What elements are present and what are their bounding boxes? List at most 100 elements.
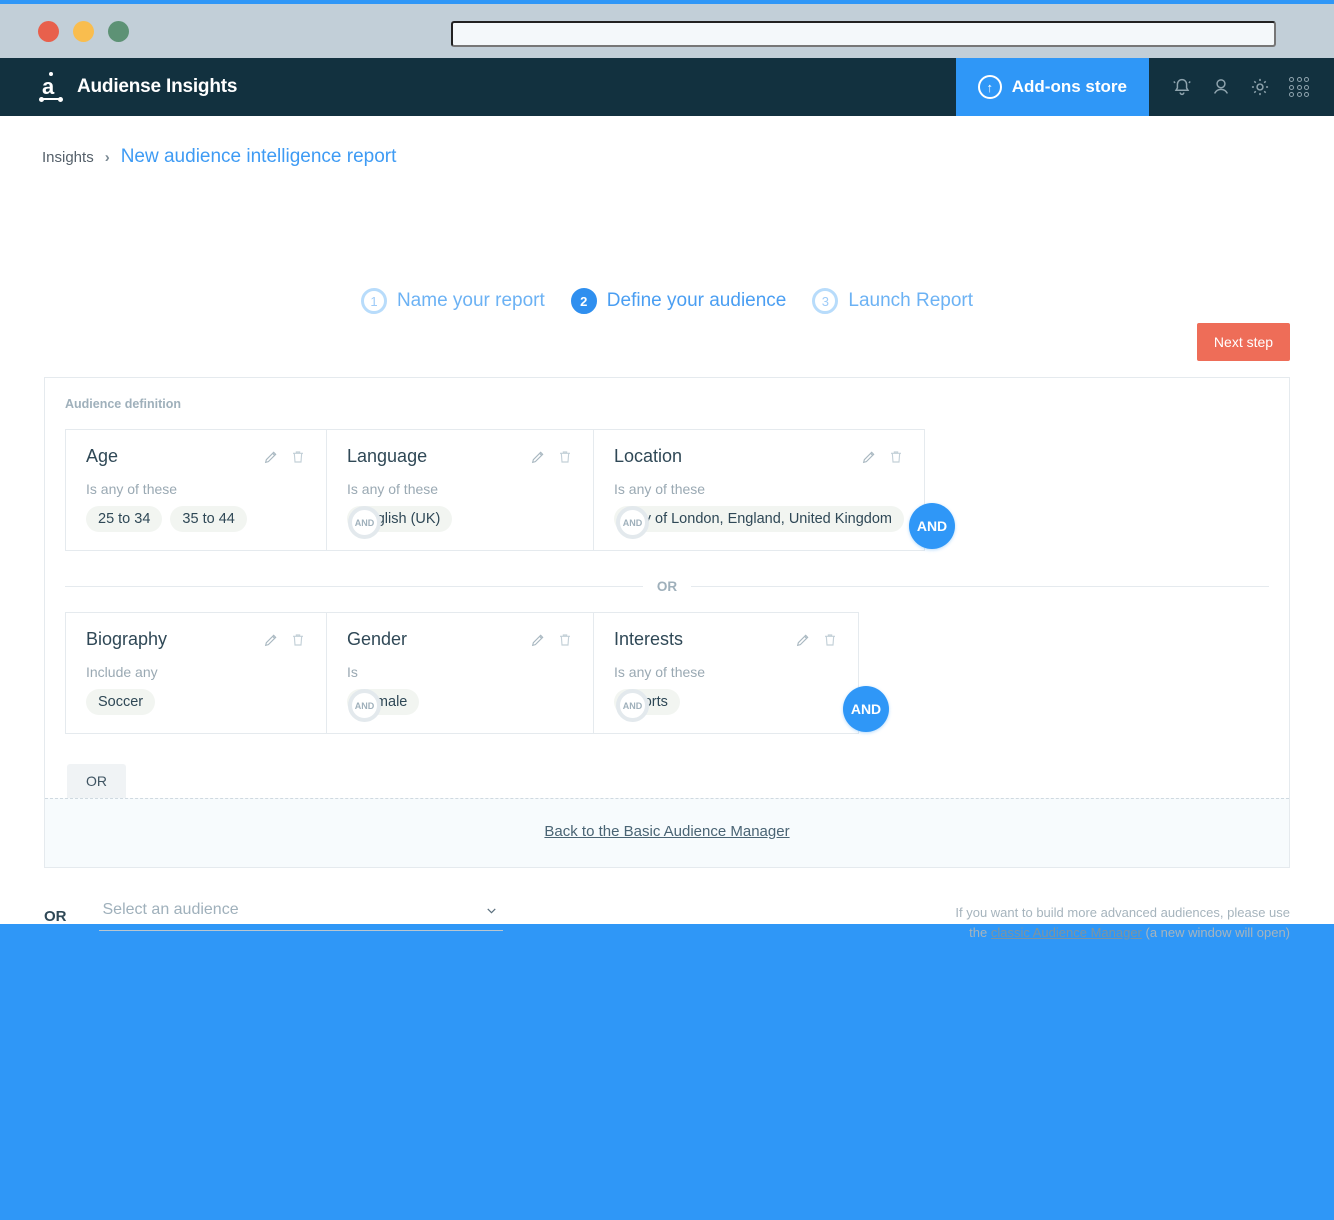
value-pill[interactable]: Soccer [86,689,156,715]
condition-card-age[interactable]: Age Is any of these 25 to 34 35 to 44 [65,429,327,551]
add-or-group-wrap: OR [45,734,1289,798]
card-actions [263,632,306,648]
trash-icon[interactable] [888,449,904,465]
audience-select-group: OR Select an audience [44,901,503,931]
card-values: 25 to 34 35 to 44 [86,506,306,532]
apps-grid-icon[interactable] [1284,72,1314,102]
and-connector: AND [348,506,381,539]
value-pill[interactable]: 25 to 34 [86,506,163,532]
gear-icon[interactable] [1245,72,1275,102]
step-3-label: Launch Report [848,290,974,311]
window-controls [38,20,129,42]
card-operator: Include any [86,664,158,680]
step-2-define-your-audience[interactable]: 2 Define your audience [570,288,786,314]
card-values: Soccer [86,689,306,715]
close-window-button[interactable] [38,20,59,42]
header-icons [1149,58,1334,116]
card-actions [263,449,306,465]
trash-icon[interactable] [290,449,306,465]
card-header: Age [86,446,306,467]
step-1-name-your-report[interactable]: 1 Name your report [360,288,545,314]
card-actions [795,632,838,648]
panel-label: Audience definition [65,397,181,411]
pencil-icon[interactable] [795,632,811,648]
value-pill[interactable]: City of London, England, United Kingdom [614,506,905,532]
card-operator: Is any of these [86,481,178,497]
condition-group-1: Age Is any of these 25 to 34 35 to 44 AN… [45,411,1289,551]
chevron-down-icon [486,908,496,914]
card-title: Age [86,446,119,466]
value-pill[interactable]: 35 to 44 [170,506,247,532]
add-and-condition-button[interactable]: AND [843,686,889,732]
pencil-icon[interactable] [263,449,279,465]
or-label: OR [44,907,67,925]
and-connector: AND [348,689,381,722]
or-divider-label: OR [656,579,678,594]
page-content: Insights › New audience intelligence rep… [0,116,1334,940]
chevron-right-icon: › [104,148,110,166]
breadcrumb: Insights › New audience intelligence rep… [42,146,396,168]
bell-icon[interactable] [1167,72,1197,102]
card-title: Biography [86,629,168,649]
condition-group-2: Biography Include any Soccer AND Gender … [45,594,1289,734]
advanced-audience-help: If you want to build more advanced audie… [950,903,1290,942]
card-header: Biography [86,629,306,650]
step-3-launch-report[interactable]: 3 Launch Report [812,288,973,314]
panel-footer: Back to the Basic Audience Manager [45,798,1289,867]
add-or-group-button[interactable]: OR [67,764,126,798]
trash-icon[interactable] [822,632,838,648]
trash-icon[interactable] [557,632,573,648]
card-values: City of London, England, United Kingdom [614,506,905,532]
step-3-number: 3 [812,288,839,314]
card-actions [530,449,573,465]
card-header: Language [347,446,573,467]
back-to-basic-audience-manager-link[interactable]: Back to the Basic Audience Manager [544,823,789,840]
card-actions [530,632,573,648]
add-and-condition-button[interactable]: AND [909,503,955,549]
step-2-number: 2 [570,288,597,314]
maximize-window-button[interactable] [108,20,129,42]
arrow-up-circle-icon: ↑ [977,75,1002,99]
next-step-button[interactable]: Next step [1197,323,1290,361]
pencil-icon[interactable] [530,632,546,648]
and-connector: AND [616,689,649,722]
brand[interactable]: a Audiense Insights [38,72,237,102]
step-1-label: Name your report [396,290,545,311]
user-icon[interactable] [1206,72,1236,102]
classic-audience-manager-link[interactable]: classic Audience Manager [991,925,1142,940]
address-bar[interactable] [451,21,1276,47]
step-wizard: 1 Name your report 2 Define your audienc… [0,288,1334,314]
card-header: Gender [347,629,573,650]
card-title: Gender [347,629,408,649]
breadcrumb-insights[interactable]: Insights [42,149,94,166]
pencil-icon[interactable] [530,449,546,465]
app-header: a Audiense Insights ↑ Add-ons store [0,58,1334,116]
card-actions [861,449,904,465]
audiense-a-logo-icon: a [38,72,64,102]
card-header: Interests [614,629,838,650]
trash-icon[interactable] [290,632,306,648]
audience-definition-panel: Audience definition Age Is any of these [44,377,1290,868]
header-right-cluster: ↑ Add-ons store [955,58,1334,116]
browser-chrome [0,0,1334,58]
card-title: Language [347,446,428,466]
card-operator: Is any of these [347,481,439,497]
minimize-window-button[interactable] [73,20,94,42]
add-ons-store-label: Add-ons store [1011,77,1127,96]
page-background-fill [0,924,1334,1220]
card-values: Female [347,689,573,715]
card-operator: Is any of these [614,481,706,497]
group-or-divider: OR [65,579,1269,594]
bottom-row: OR Select an audience If you want to bui… [44,901,1290,942]
trash-icon[interactable] [557,449,573,465]
card-values: English (UK) [347,506,573,532]
add-ons-store-button[interactable]: ↑ Add-ons store [955,58,1149,116]
pencil-icon[interactable] [861,449,877,465]
divider-line-right [691,586,1269,587]
pencil-icon[interactable] [263,632,279,648]
condition-card-biography[interactable]: Biography Include any Soccer [65,612,327,734]
card-operator: Is [347,664,358,680]
divider-line-left [65,586,643,587]
audience-select[interactable]: Select an audience [98,901,503,931]
audience-select-placeholder: Select an audience [102,901,239,918]
